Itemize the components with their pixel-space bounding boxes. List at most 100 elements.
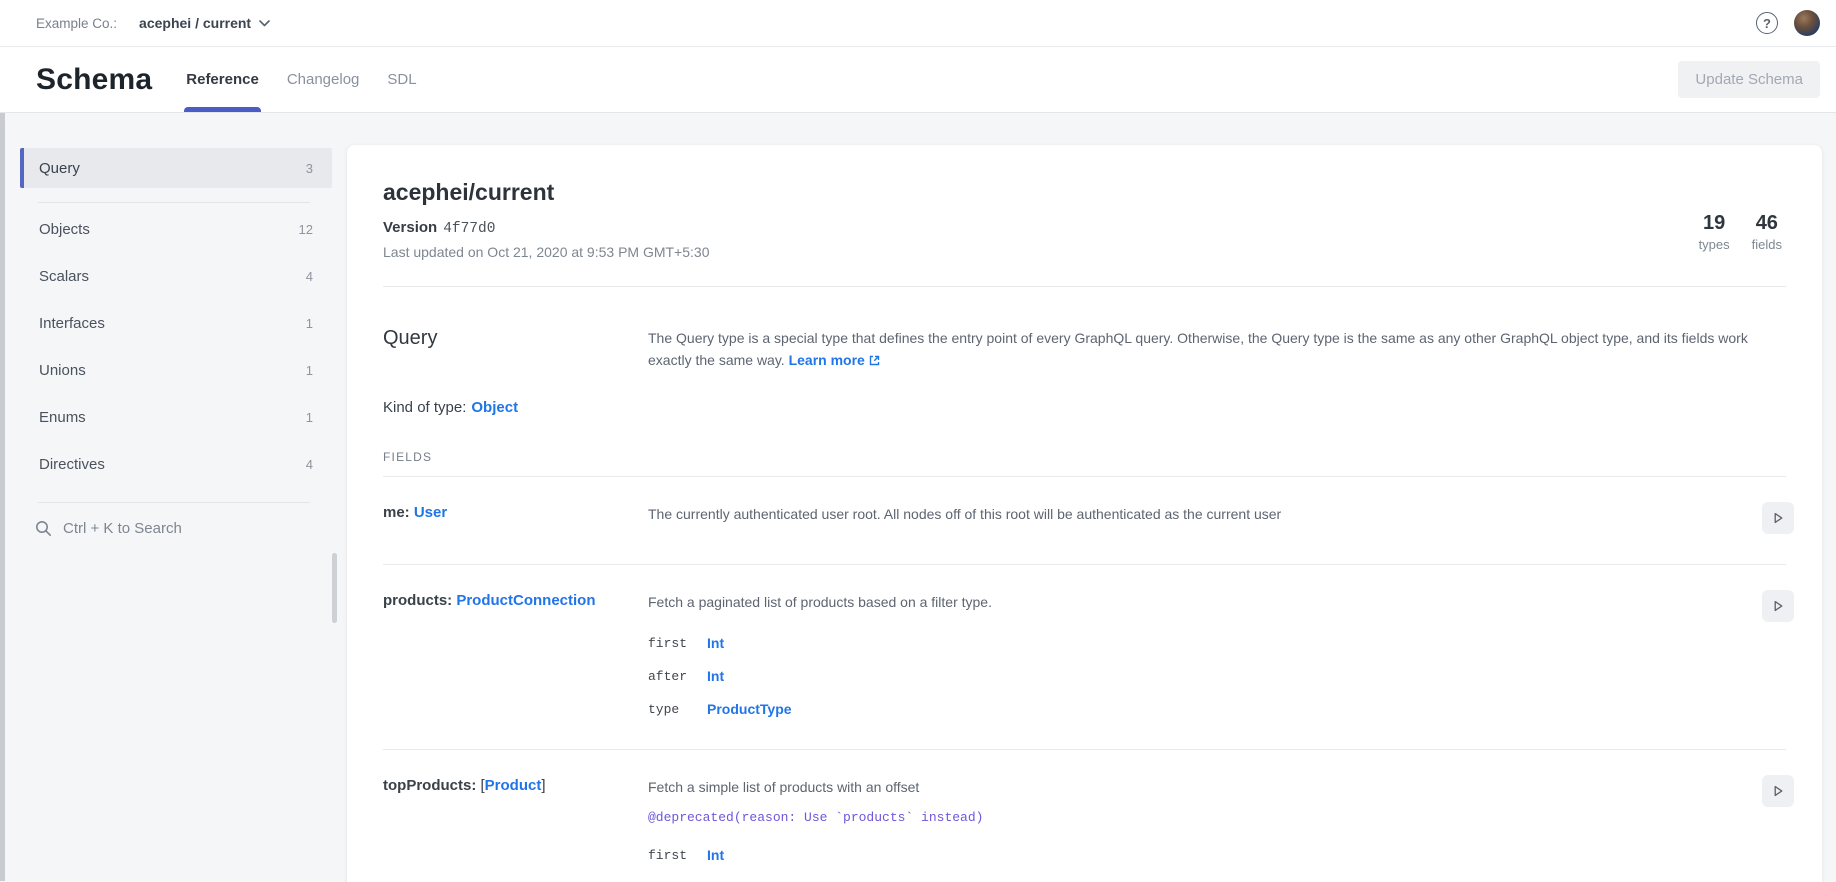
left-scrollbar[interactable]	[0, 113, 5, 881]
arg-row: typeProductType	[648, 686, 1746, 719]
field-detail-col: The currently authenticated user root. A…	[648, 502, 1746, 534]
tab-sdl[interactable]: SDL	[385, 47, 418, 112]
sidebar-divider	[38, 202, 310, 203]
sidebar-item-label: Interfaces	[39, 315, 105, 332]
sidebar-scrollbar[interactable]	[332, 553, 337, 623]
field-name: topProducts:	[383, 777, 481, 794]
field-action-col	[1746, 775, 1794, 865]
sidebar-item-count: 1	[306, 316, 313, 331]
field-action-col	[1746, 590, 1794, 719]
field-row-me: me: UserThe currently authenticated user…	[383, 476, 1786, 564]
active-tab-underline	[184, 107, 261, 112]
update-schema-button[interactable]: Update Schema	[1678, 61, 1820, 98]
sidebar-item-label: Enums	[39, 409, 86, 426]
schema-stats: 19types 46fields	[1699, 211, 1782, 252]
field-name-col: topProducts: [Product]	[383, 775, 648, 865]
sidebar-item-objects[interactable]: Objects 12	[20, 206, 332, 253]
type-description: The Query type is a special type that de…	[648, 327, 1786, 371]
arg-type-link[interactable]: Int	[707, 847, 724, 863]
kind-of-type: Kind of type: Object	[383, 399, 1786, 416]
page-title: Schema	[36, 63, 152, 97]
arg-row: afterInt	[648, 653, 1746, 686]
card-divider	[383, 286, 1786, 287]
sidebar-item-unions[interactable]: Unions 1	[20, 347, 332, 394]
stat-value: 19	[1699, 211, 1730, 235]
chevron-down-icon	[259, 20, 270, 27]
field-description: The currently authenticated user root. A…	[648, 504, 1746, 525]
field-description: Fetch a paginated list of products based…	[648, 592, 1746, 613]
arg-name: type	[648, 702, 707, 717]
arg-row: firstInt	[648, 832, 1746, 865]
run-in-explorer-button[interactable]	[1762, 590, 1794, 622]
field-rows: me: UserThe currently authenticated user…	[383, 476, 1786, 882]
fields-label: FIELDS	[383, 450, 1786, 464]
sidebar-item-scalars[interactable]: Scalars4	[20, 253, 332, 300]
sidebar-item-count: 1	[306, 363, 313, 378]
play-icon	[1771, 599, 1785, 613]
sidebar-item-label: Scalars	[39, 268, 89, 285]
kind-label: Kind of type:	[383, 399, 466, 416]
field-name-col: me: User	[383, 502, 648, 534]
arg-name: first	[648, 848, 707, 863]
schema-card: acephei/current Version4f77d0 Last updat…	[347, 145, 1822, 882]
schema-search[interactable]: Ctrl + K to Search	[20, 506, 332, 537]
arg-name: after	[648, 669, 707, 684]
user-avatar[interactable]	[1794, 10, 1820, 36]
field-args: firstIntafterInttypeProductType	[648, 620, 1746, 719]
run-in-explorer-button[interactable]	[1762, 502, 1794, 534]
field-name-col: products: ProductConnection	[383, 590, 648, 719]
type-bracket-close: ]	[541, 777, 545, 794]
last-updated: Last updated on Oct 21, 2020 at 9:53 PM …	[383, 244, 1786, 260]
field-type-link[interactable]: User	[414, 504, 447, 521]
play-icon	[1771, 511, 1785, 525]
sidebar-divider	[38, 502, 310, 503]
field-args: firstInt	[648, 832, 1746, 865]
sidebar-item-label: Directives	[39, 456, 105, 473]
field-type-link[interactable]: Product	[485, 777, 542, 794]
field-row-topProducts: topProducts: [Product]Fetch a simple lis…	[383, 749, 1786, 882]
graph-selector[interactable]: acephei / current	[139, 15, 270, 31]
stat-label: fields	[1752, 237, 1782, 252]
version-label: Version	[383, 219, 437, 236]
field-name: me:	[383, 504, 414, 521]
type-nav: Query3Objects12Scalars4Interfaces1Unions…	[20, 148, 332, 488]
arg-type-link[interactable]: Int	[707, 668, 724, 684]
sidebar-item-label: Query	[39, 160, 80, 177]
deprecated-tag: @deprecated(reason: Use `products` inste…	[648, 810, 1746, 825]
kind-value-link[interactable]: Object	[471, 399, 518, 416]
arg-type-link[interactable]: ProductType	[707, 701, 792, 717]
graph-selector-label: acephei / current	[139, 15, 251, 31]
learn-more-link[interactable]: Learn more	[789, 352, 880, 368]
sidebar-item-label: Objects	[39, 221, 90, 238]
sidebar-item-directives[interactable]: Directives 4	[20, 441, 332, 488]
help-button[interactable]: ?	[1756, 12, 1778, 34]
sidebar-item-count: 3	[306, 161, 313, 176]
page-header: Schema Reference Changelog SDL Update Sche…	[0, 47, 1836, 113]
question-icon: ?	[1763, 16, 1771, 31]
field-row-products: products: ProductConnectionFetch a pagin…	[383, 564, 1786, 749]
sidebar-item-interfaces[interactable]: Interfaces 1	[20, 300, 332, 347]
field-type-link[interactable]: ProductConnection	[456, 592, 595, 609]
sidebar-item-count: 12	[299, 222, 313, 237]
stat-types: 19types	[1699, 211, 1730, 252]
tab-changelog[interactable]: Changelog	[285, 47, 362, 112]
field-detail-col: Fetch a paginated list of products based…	[648, 590, 1746, 719]
stat-fields: 46fields	[1752, 211, 1782, 252]
org-label: Example Co.:	[36, 16, 117, 31]
search-hint: Ctrl + K to Search	[63, 520, 182, 537]
play-icon	[1771, 784, 1785, 798]
sidebar-item-query[interactable]: Query 3	[20, 148, 332, 188]
tab-reference[interactable]: Reference	[184, 47, 261, 112]
version-value: 4f77d0	[443, 221, 495, 237]
search-icon	[35, 520, 52, 537]
content-area: Query3Objects12Scalars4Interfaces1Unions…	[0, 113, 1836, 881]
learn-more-label: Learn more	[789, 352, 865, 368]
arg-name: first	[648, 636, 707, 651]
run-in-explorer-button[interactable]	[1762, 775, 1794, 807]
sidebar-item-label: Unions	[39, 362, 86, 379]
external-link-icon	[869, 355, 880, 366]
sidebar-item-enums[interactable]: Enums 1	[20, 394, 332, 441]
arg-type-link[interactable]: Int	[707, 635, 724, 651]
sidebar-item-count: 1	[306, 410, 313, 425]
sidebar-item-count: 4	[306, 457, 313, 472]
